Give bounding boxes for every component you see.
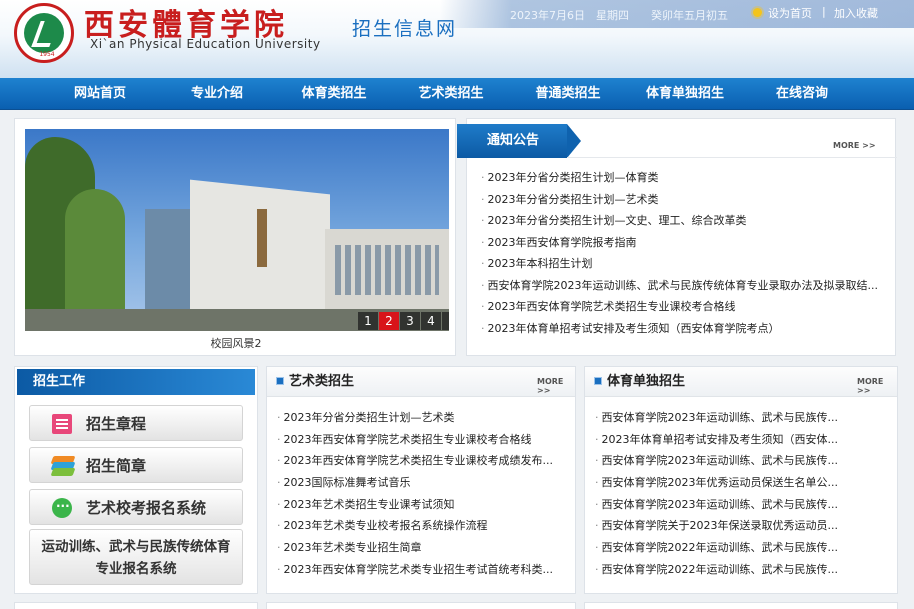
current-weekday: 星期四 (596, 9, 629, 22)
bullet-square-icon (594, 377, 602, 385)
bottom-panel-middle (266, 602, 576, 609)
list-item[interactable]: 2023年体育单招考试安排及考生须知（西安体育学院考点） (481, 318, 891, 340)
nav-item-home[interactable]: 网站首页 (50, 78, 150, 110)
school-name-en: Xi`an Physical Education University (90, 37, 321, 51)
list-item[interactable]: 2023年艺术类招生专业课考试须知 (277, 494, 567, 516)
admission-work-title: 招生工作 (17, 369, 255, 395)
list-item[interactable]: 2023年西安体育学院艺术类专业招生考试首统考科类... (277, 559, 567, 581)
logo-year: 1954 (39, 51, 55, 58)
list-item[interactable]: 西安体育学院2023年优秀运动员保送生名单公... (595, 472, 885, 494)
chat-icon (52, 496, 72, 518)
nav-item-sports-admission[interactable]: 体育类招生 (284, 78, 384, 110)
list-item[interactable]: 2023年分省分类招生计划—体育类 (481, 167, 891, 189)
list-item[interactable]: 2023年西安体育学院艺术类招生专业课校考合格线 (277, 429, 567, 451)
art-admission-panel: 艺术类招生 MORE >> 2023年分省分类招生计划—艺术类 2023年西安体… (266, 366, 576, 594)
sports-major-registration-button[interactable]: 运动训练、武术与民族传统体育 专业报名系统 (29, 529, 243, 585)
slide-button-3[interactable]: 3 (400, 312, 420, 330)
single-sports-header: 体育单独招生 MORE >> (585, 367, 897, 397)
list-item[interactable]: 2023年本科招生计划 (481, 253, 891, 275)
list-item[interactable]: 2023年分省分类招生计划—文史、理工、综合改革类 (481, 210, 891, 232)
nav-item-art-admission[interactable]: 艺术类招生 (401, 78, 501, 110)
slide-pager: 1 2 3 4 5 (357, 312, 449, 330)
lunar-date: 癸卯年五月初五 (651, 9, 728, 22)
list-item[interactable]: 西安体育学院2023年运动训练、武术与民族传... (595, 407, 885, 429)
slideshow-image[interactable]: 1 2 3 4 5 (25, 129, 449, 331)
single-sports-title: 体育单独招生 (607, 374, 686, 389)
sun-icon (753, 8, 762, 17)
slide-caption: 校园风景2 (210, 337, 262, 350)
slide-button-1[interactable]: 1 (358, 312, 378, 330)
list-item[interactable]: 2023国际标准舞考试音乐 (277, 472, 567, 494)
art-admission-header: 艺术类招生 MORE >> (267, 367, 575, 397)
art-exam-registration-button[interactable]: 艺术校考报名系统 (29, 489, 243, 525)
slide-button-4[interactable]: 4 (421, 312, 441, 330)
single-sports-more-link[interactable]: MORE >> (857, 377, 897, 395)
list-item[interactable]: 2023年西安体育学院报考指南 (481, 232, 891, 254)
site-header: 1954 西安體育学院 Xi`an Physical Education Uni… (0, 0, 914, 78)
admission-charter-label: 招生章程 (86, 415, 147, 433)
list-item[interactable]: 西安体育学院2022年运动训练、武术与民族传... (595, 559, 885, 581)
admission-charter-button[interactable]: 招生章程 (29, 405, 243, 441)
site-name: 招生信息网 (352, 18, 458, 40)
list-item[interactable]: 西安体育学院2022年运动训练、武术与民族传... (595, 537, 885, 559)
sports-registration-line1: 运动训练、武术与民族传统体育 (41, 539, 231, 555)
list-item[interactable]: 2023年分省分类招生计划—艺术类 (277, 407, 567, 429)
bottom-panel-right (584, 602, 898, 609)
art-admission-title: 艺术类招生 (289, 374, 355, 389)
runner-icon (24, 13, 64, 53)
list-item[interactable]: 2023年艺术类专业校考报名系统操作流程 (277, 515, 567, 537)
art-more-link[interactable]: MORE >> (537, 377, 575, 395)
layers-icon (50, 456, 76, 476)
list-item[interactable]: 西安体育学院关于2023年保送录取优秀运动员... (595, 515, 885, 537)
list-item[interactable]: 2023年西安体育学院艺术类招生专业课校考成绩发布... (277, 450, 567, 472)
document-icon (52, 414, 72, 434)
list-item[interactable]: 西安体育学院2023年运动训练、武术与民族传... (595, 494, 885, 516)
list-item[interactable]: 2023年艺术类专业招生简章 (277, 537, 567, 559)
art-admission-list: 2023年分省分类招生计划—艺术类 2023年西安体育学院艺术类招生专业课校考合… (277, 407, 567, 581)
nav-item-general-admission[interactable]: 普通类招生 (518, 78, 618, 110)
school-logo[interactable]: 1954 (14, 3, 74, 63)
slide-button-5[interactable]: 5 (442, 312, 449, 330)
add-favorite-link[interactable]: 加入收藏 (834, 5, 878, 21)
list-item[interactable]: 西安体育学院2023年运动训练、武术与民族传统体育专业录取办法及拟录取结... (481, 275, 891, 297)
list-item[interactable]: 西安体育学院2023年运动训练、武术与民族传... (595, 450, 885, 472)
notice-list: 2023年分省分类招生计划—体育类 2023年分省分类招生计划—艺术类 2023… (481, 167, 891, 339)
list-item[interactable]: 2023年西安体育学院艺术类招生专业课校考合格线 (481, 296, 891, 318)
art-exam-registration-label: 艺术校考报名系统 (86, 499, 207, 517)
current-date: 2023年7月6日 (510, 9, 585, 22)
notice-panel: 通知公告 MORE >> 2023年分省分类招生计划—体育类 2023年分省分类… (457, 118, 897, 356)
single-sports-panel: 体育单独招生 MORE >> 西安体育学院2023年运动训练、武术与民族传...… (584, 366, 898, 594)
admission-brochure-label: 招生简章 (86, 457, 147, 475)
admission-brochure-button[interactable]: 招生简章 (29, 447, 243, 483)
nav-item-single-sports[interactable]: 体育单独招生 (635, 78, 735, 110)
bottom-panel-left (14, 602, 258, 609)
notice-title: 通知公告 (457, 124, 581, 158)
header-separator: | (822, 5, 826, 18)
nav-item-majors[interactable]: 专业介绍 (167, 78, 267, 110)
campus-slideshow: 1 2 3 4 5 校园风景2 (14, 118, 456, 356)
main-nav: 网站首页 专业介绍 体育类招生 艺术类招生 普通类招生 体育单独招生 在线咨询 (0, 78, 914, 110)
slide-button-2[interactable]: 2 (379, 312, 399, 330)
single-sports-list: 西安体育学院2023年运动训练、武术与民族传... 2023年体育单招考试安排及… (595, 407, 885, 581)
list-item[interactable]: 2023年分省分类招生计划—艺术类 (481, 189, 891, 211)
bullet-square-icon (276, 377, 284, 385)
set-homepage-link[interactable]: 设为首页 (768, 5, 812, 21)
list-item[interactable]: 2023年体育单招考试安排及考生须知（西安体... (595, 429, 885, 451)
notice-more-link[interactable]: MORE >> (833, 141, 876, 150)
sports-registration-line2: 专业报名系统 (95, 561, 177, 577)
admission-work-panel: 招生工作 招生章程 招生简章 艺术校考报名系统 运动训练、武术与民族传统体育 专… (14, 366, 258, 594)
nav-item-online-consult[interactable]: 在线咨询 (752, 78, 852, 110)
